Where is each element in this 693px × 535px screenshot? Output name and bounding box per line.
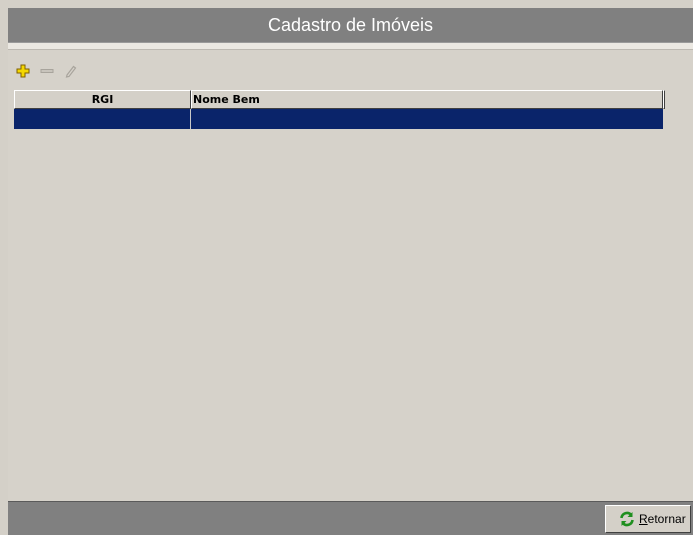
window-title: Cadastro de Imóveis — [8, 8, 693, 43]
cell-rgi[interactable] — [14, 109, 191, 129]
toolbar — [14, 62, 80, 80]
column-header-nome-bem[interactable]: Nome Bem — [191, 90, 663, 109]
cell-nome-bem[interactable] — [191, 109, 663, 129]
retornar-button[interactable]: Retornar — [605, 505, 691, 533]
column-header-end — [663, 90, 665, 109]
remove-button[interactable] — [38, 62, 56, 80]
retornar-label: Retornar — [639, 512, 686, 526]
footer-bar: Retornar — [8, 501, 693, 535]
table-row[interactable] — [14, 109, 665, 129]
refresh-icon — [620, 511, 634, 527]
plus-icon — [16, 64, 30, 78]
pencil-icon — [65, 65, 77, 78]
column-header-rgi[interactable]: RGI — [14, 90, 191, 109]
imoveis-grid[interactable]: RGI Nome Bem — [14, 90, 665, 130]
add-button[interactable] — [14, 62, 32, 80]
main-window: Cadastro de Imóveis RGI Nome Bem Retorna… — [8, 8, 693, 535]
edit-button[interactable] — [62, 62, 80, 80]
title-separator-line — [8, 49, 693, 50]
grid-header: RGI Nome Bem — [14, 90, 665, 109]
minus-icon — [40, 69, 54, 73]
